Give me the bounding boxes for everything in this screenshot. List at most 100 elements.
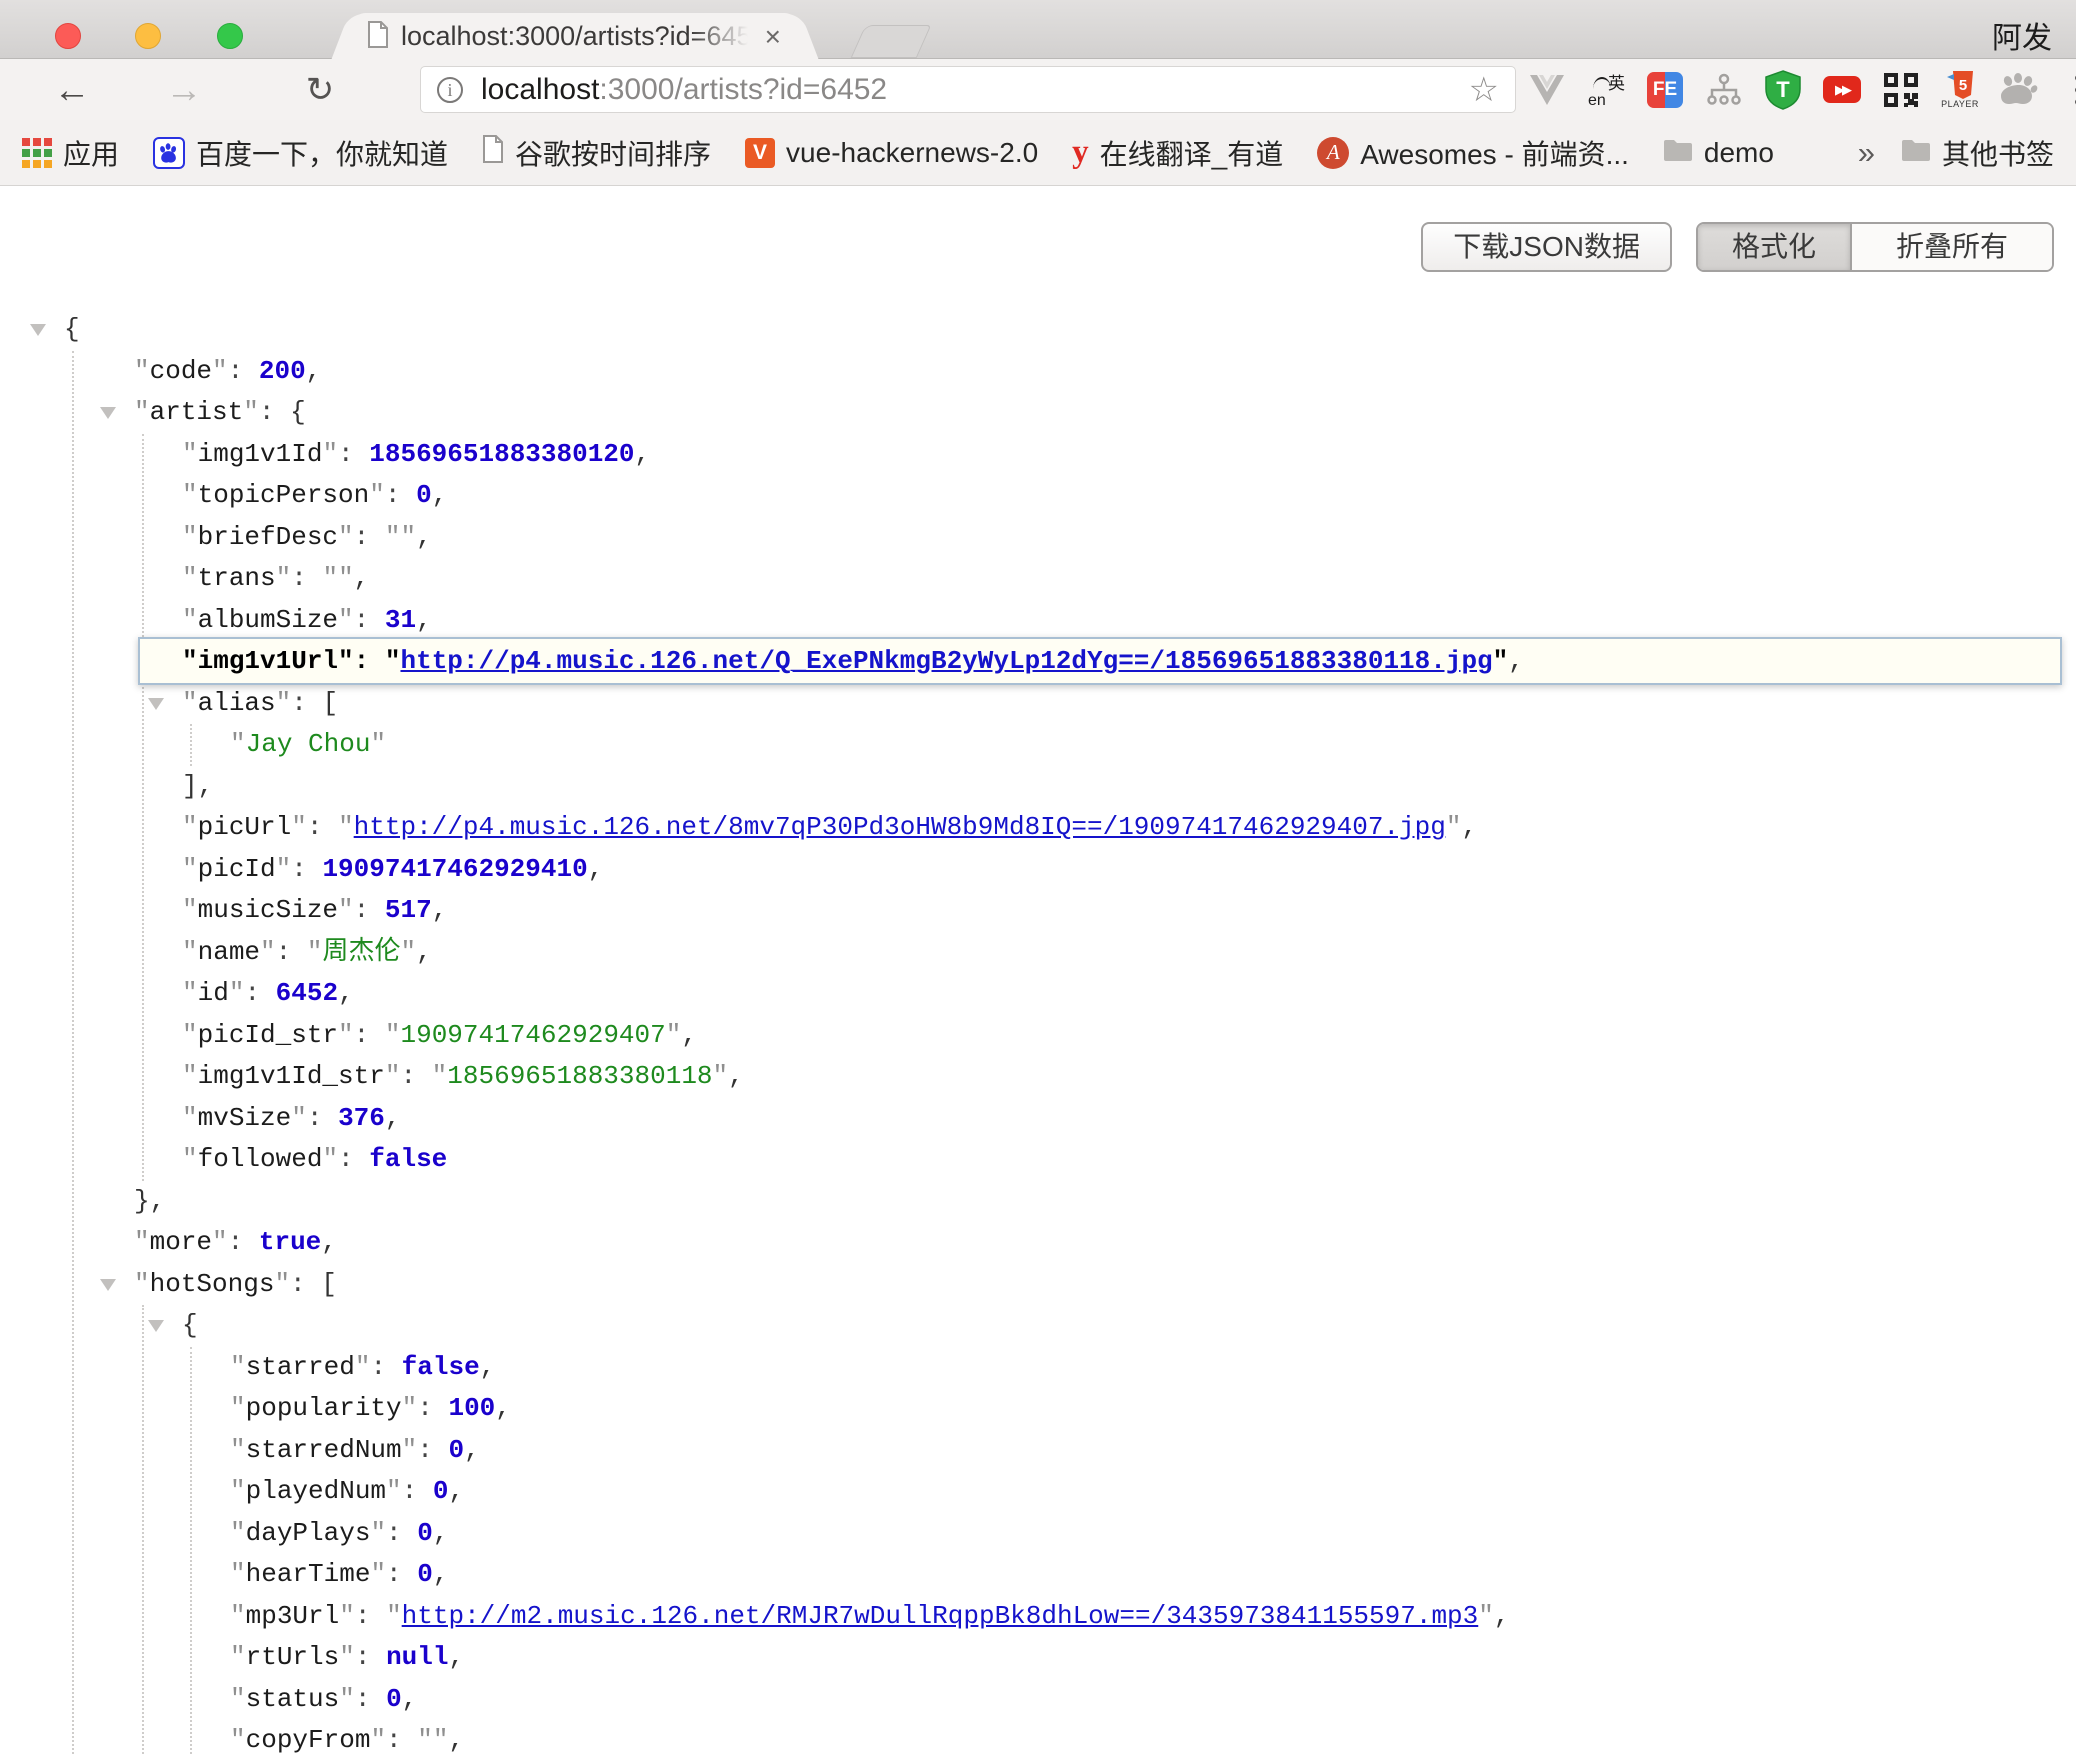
json-bool-value: false xyxy=(369,1144,447,1174)
json-line: "picId": 19097417462929410, xyxy=(0,849,2076,891)
json-line: "code": 200, xyxy=(0,351,2076,393)
json-key: img1v1Id_str xyxy=(198,1061,385,1091)
json-key: more xyxy=(150,1227,212,1257)
json-key: briefDesc xyxy=(198,522,338,552)
collapse-arrow-icon[interactable] xyxy=(100,1279,116,1291)
json-line: }, xyxy=(0,1181,2076,1223)
tampermonkey-icon[interactable]: T xyxy=(1764,67,1802,113)
json-key: artist xyxy=(150,397,244,427)
json-line: "copyFrom": "", xyxy=(0,1720,2076,1754)
json-key: topicPerson xyxy=(198,480,370,510)
format-button[interactable]: 格式化 xyxy=(1698,224,1852,270)
json-num-value: 0 xyxy=(416,480,432,510)
bookmark-star-icon[interactable]: ☆ xyxy=(1469,70,1499,110)
page-content: 下载JSON数据 格式化 折叠所有 {"code": 200,"artist":… xyxy=(0,186,2076,1754)
profile-name[interactable]: 阿发 xyxy=(1992,13,2052,57)
translate-icon[interactable]: 英 en xyxy=(1587,67,1625,113)
json-key: playedNum xyxy=(246,1476,386,1506)
collapse-all-button[interactable]: 折叠所有 xyxy=(1852,224,2052,270)
json-key: starredNum xyxy=(246,1435,402,1465)
json-key: followed xyxy=(198,1144,323,1174)
address-bar[interactable]: i localhost:3000/artists?id=6452 ☆ xyxy=(420,66,1516,113)
collapse-arrow-icon[interactable] xyxy=(100,407,116,419)
page-info-icon[interactable]: i xyxy=(437,77,463,103)
collapse-arrow-icon[interactable] xyxy=(30,324,46,336)
json-line: "dayPlays": 0, xyxy=(0,1513,2076,1555)
json-bool-value: false xyxy=(402,1352,480,1382)
bookmark-vue-hackernews[interactable]: V vue-hackernews-2.0 xyxy=(745,137,1038,169)
json-line: "starred": false, xyxy=(0,1347,2076,1389)
json-num-value: 0 xyxy=(448,1435,464,1465)
json-line: "Jay Chou" xyxy=(0,724,2076,766)
minimize-window-button[interactable] xyxy=(135,23,161,49)
window-titlebar: localhost:3000/artists?id=645 × 阿发 xyxy=(0,0,2076,59)
vue-devtools-icon[interactable] xyxy=(1528,67,1566,113)
video-speed-icon[interactable]: ▶▶ xyxy=(1823,67,1861,113)
json-line: "artist": { xyxy=(0,392,2076,434)
json-url-link[interactable]: http://m2.music.126.net/RMJR7wDullRqppBk… xyxy=(402,1601,1479,1631)
json-line: "picUrl": "http://p4.music.126.net/8mv7q… xyxy=(0,807,2076,849)
json-key: picId_str xyxy=(198,1020,338,1050)
forward-icon: → xyxy=(156,59,212,120)
bookmarks-bar: 应用 百度一下，你就知道 谷歌按时间排序 V vue-hackernews-2.… xyxy=(0,120,2076,186)
browser-tab[interactable]: localhost:3000/artists?id=645 × xyxy=(355,13,795,60)
json-url-link[interactable]: http://p4.music.126.net/8mv7qP30Pd3oHW8b… xyxy=(354,812,1446,842)
collapse-arrow-icon[interactable] xyxy=(148,1320,164,1332)
url-text[interactable]: localhost:3000/artists?id=6452 xyxy=(481,73,1469,107)
json-key: popularity xyxy=(246,1393,402,1423)
svg-text:T: T xyxy=(1776,77,1790,102)
paw-extension-icon[interactable] xyxy=(2000,67,2038,113)
bookmark-baidu[interactable]: 百度一下，你就知道 xyxy=(153,133,448,173)
json-line: "img1v1Id_str": "18569651883380118", xyxy=(0,1056,2076,1098)
json-line: "topicPerson": 0, xyxy=(0,475,2076,517)
json-key: musicSize xyxy=(198,895,338,925)
sitemap-icon[interactable] xyxy=(1705,67,1743,113)
apps-grid-icon xyxy=(22,138,52,168)
bookmarks-overflow-chevron[interactable]: » xyxy=(1858,135,1875,171)
json-line: "trans": "", xyxy=(0,558,2076,600)
json-line: "starredNum": 0, xyxy=(0,1430,2076,1472)
json-string-value: 19097417462929407 xyxy=(400,1020,665,1050)
browser-toolbar: ← → ↻ i localhost:3000/artists?id=6452 ☆… xyxy=(0,59,2076,120)
json-line: "alias": [ xyxy=(0,683,2076,725)
json-num-value: 200 xyxy=(259,356,306,386)
bookmark-apps[interactable]: 应用 xyxy=(22,133,119,173)
bookmark-awesomes[interactable]: A Awesomes - 前端资... xyxy=(1317,133,1629,173)
json-bool-value: true xyxy=(259,1227,321,1257)
collapse-arrow-icon[interactable] xyxy=(148,698,164,710)
extensions-row: 英 en FE T ▶▶ 5 PLAYER xyxy=(1528,59,2076,120)
browser-menu-icon[interactable] xyxy=(2059,67,2076,113)
json-line: { xyxy=(0,1305,2076,1347)
new-tab-button[interactable] xyxy=(851,25,932,58)
json-url-link[interactable]: http://p4.music.126.net/Q_ExePNkmgB2yWyL… xyxy=(400,646,1492,676)
json-key: code xyxy=(150,356,212,386)
json-string-value: 18569651883380118 xyxy=(447,1061,712,1091)
close-window-button[interactable] xyxy=(55,23,81,49)
tab-close-icon[interactable]: × xyxy=(765,23,781,51)
bookmark-other-folder[interactable]: 其他书签 xyxy=(1901,133,2054,173)
qr-code-icon[interactable] xyxy=(1882,67,1920,113)
page-favicon-icon xyxy=(367,21,389,53)
bookmark-google-sort[interactable]: 谷歌按时间排序 xyxy=(482,133,711,173)
bookmark-youdao[interactable]: y 在线翻译_有道 xyxy=(1072,133,1283,173)
download-json-button[interactable]: 下载JSON数据 xyxy=(1421,222,1672,272)
folder-icon xyxy=(1663,137,1693,169)
json-key: starred xyxy=(246,1352,355,1382)
svg-text:5: 5 xyxy=(1959,77,1967,94)
json-line: { xyxy=(0,309,2076,351)
json-line: "mvSize": 376, xyxy=(0,1098,2076,1140)
json-key: dayPlays xyxy=(246,1518,371,1548)
reload-icon[interactable]: ↻ xyxy=(292,59,348,120)
json-viewer: {"code": 200,"artist": {"img1v1Id": 1856… xyxy=(0,309,2076,1754)
json-num-value: 31 xyxy=(385,605,416,635)
json-key: mvSize xyxy=(198,1103,292,1133)
fe-extension-icon[interactable]: FE xyxy=(1646,67,1684,113)
bookmark-demo-folder[interactable]: demo xyxy=(1663,137,1774,169)
back-icon[interactable]: ← xyxy=(44,59,100,120)
json-num-value: 19097417462929410 xyxy=(322,854,587,884)
json-line: "img1v1Id": 18569651883380120, xyxy=(0,434,2076,476)
h5-player-icon[interactable]: 5 PLAYER xyxy=(1941,67,1979,113)
zoom-window-button[interactable] xyxy=(217,23,243,49)
json-num-value: 517 xyxy=(385,895,432,925)
json-line: "rtUrls": null, xyxy=(0,1637,2076,1679)
